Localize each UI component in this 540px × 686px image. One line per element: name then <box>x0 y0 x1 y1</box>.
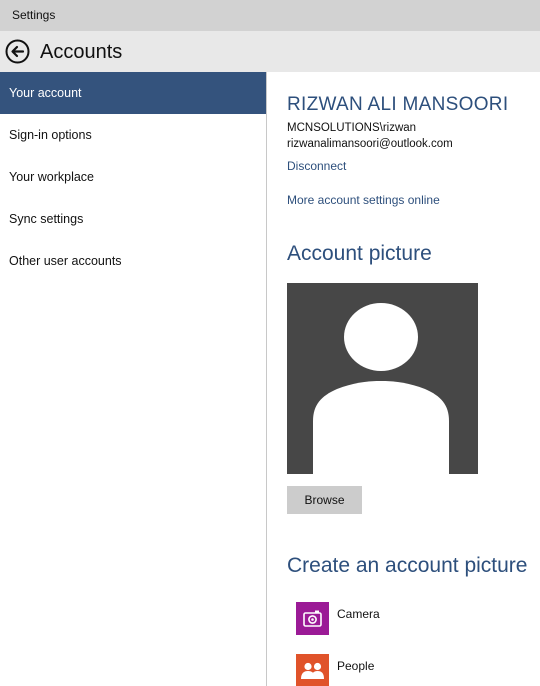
user-name: RIZWAN ALI MANSOORI <box>287 94 509 115</box>
default-user-silhouette-icon <box>313 303 449 474</box>
disconnect-link[interactable]: Disconnect <box>287 159 346 173</box>
sidebar-item-your-workplace[interactable]: Your workplace <box>0 156 266 198</box>
sidebar-item-label: Your account <box>9 86 82 100</box>
page-header: Accounts <box>0 31 540 72</box>
camera-icon <box>303 610 322 627</box>
sidebar-item-label: Other user accounts <box>9 254 122 268</box>
pane-divider <box>266 72 267 686</box>
browse-button[interactable]: Browse <box>287 486 362 514</box>
user-email: rizwanalimansoori@outlook.com <box>287 138 453 150</box>
sidebar-item-label: Sync settings <box>9 212 84 226</box>
people-label: People <box>337 659 375 673</box>
people-app-item[interactable]: People <box>295 654 535 686</box>
back-button[interactable] <box>5 39 30 64</box>
sidebar-item-label: Sign-in options <box>9 128 92 142</box>
title-bar: Settings <box>0 0 540 31</box>
sidebar-item-sync-settings[interactable]: Sync settings <box>0 198 266 240</box>
account-picture-heading: Account picture <box>287 242 432 265</box>
sidebar-item-label: Your workplace <box>9 170 95 184</box>
back-arrow-icon <box>5 39 30 64</box>
sidebar-item-sign-in-options[interactable]: Sign-in options <box>0 114 266 156</box>
create-account-picture-heading: Create an account picture <box>287 554 528 577</box>
camera-tile <box>296 602 329 635</box>
domain-username: MCNSOLUTIONS\rizwan <box>287 122 417 134</box>
sidebar-item-other-user-accounts[interactable]: Other user accounts <box>0 240 266 282</box>
page-title: Accounts <box>40 41 123 63</box>
sidebar-item-your-account[interactable]: Your account <box>0 72 266 114</box>
people-icon <box>301 662 324 679</box>
sidebar: Your account Sign-in options Your workpl… <box>0 72 266 686</box>
people-tile <box>296 654 329 686</box>
account-picture <box>287 283 478 474</box>
camera-label: Camera <box>337 607 380 621</box>
window-title: Settings <box>12 8 56 22</box>
more-account-settings-link[interactable]: More account settings online <box>287 193 440 207</box>
camera-app-item[interactable]: Camera <box>295 602 535 638</box>
account-details: RIZWAN ALI MANSOORI MCNSOLUTIONS\rizwan … <box>287 72 540 686</box>
